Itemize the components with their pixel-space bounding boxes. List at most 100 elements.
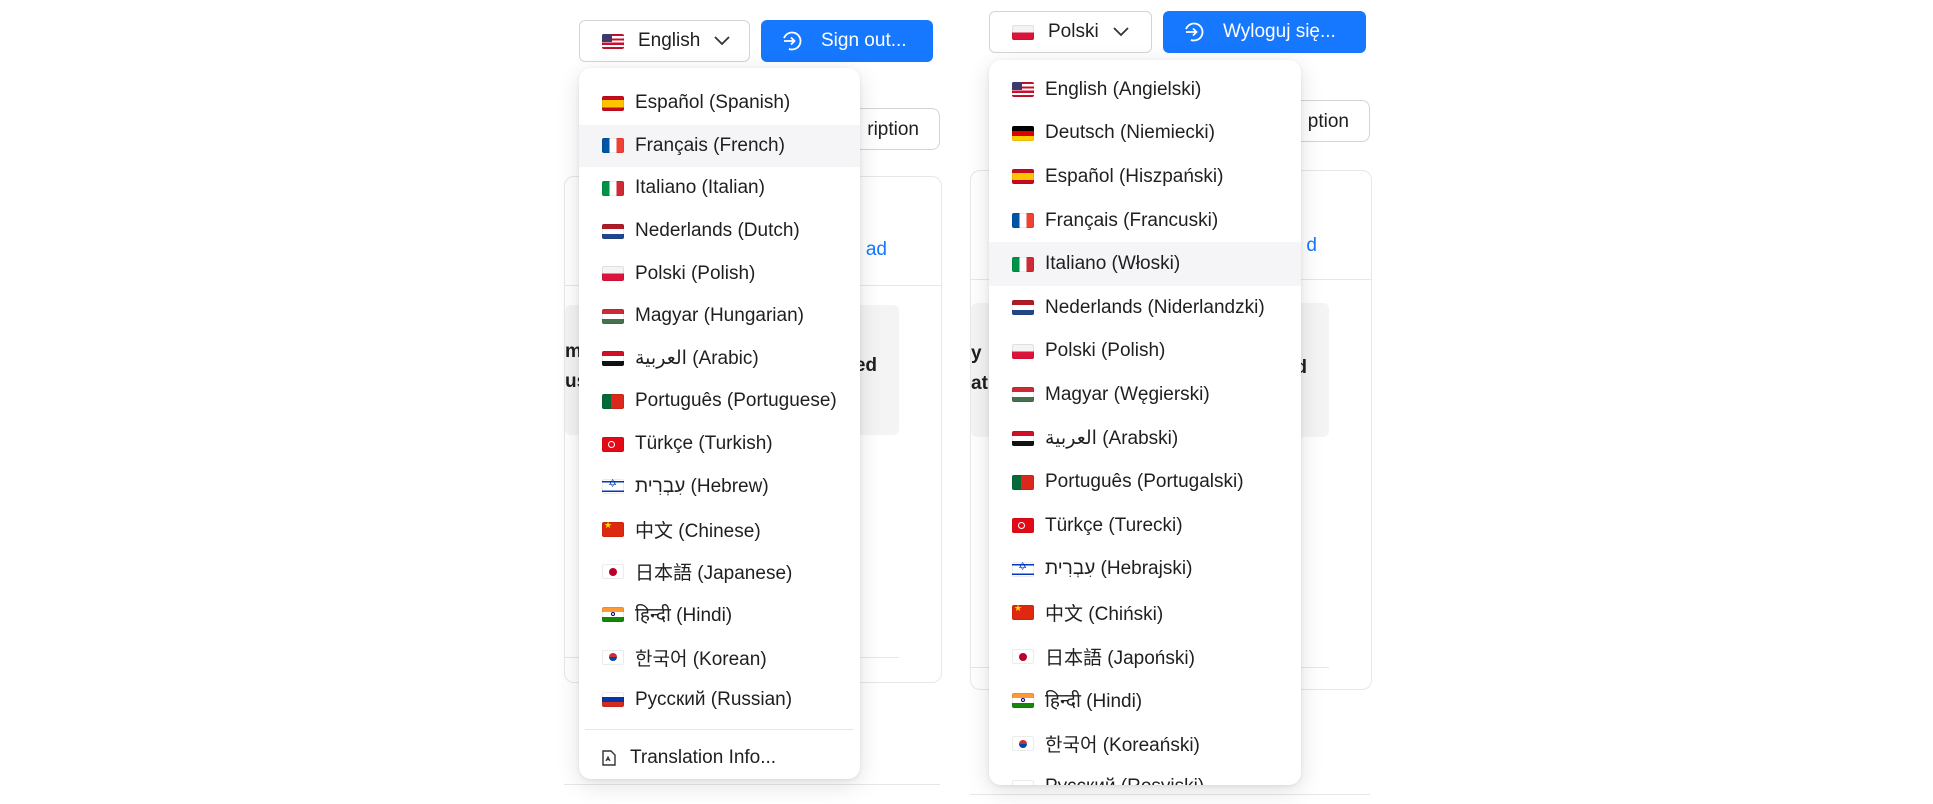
language-option-label: العربية (Arabic) xyxy=(635,348,759,370)
language-option-us[interactable]: English (Angielski) xyxy=(989,68,1301,112)
language-option-jp[interactable]: 日本語 (Japoński) xyxy=(989,635,1301,679)
jp-flag-icon xyxy=(602,564,624,580)
in-flag-icon xyxy=(1012,692,1034,708)
eg-flag-icon xyxy=(602,351,624,367)
language-option-kr[interactable]: 한국어 (Koreański) xyxy=(989,722,1301,766)
fr-flag-icon xyxy=(602,138,624,154)
ru-flag-icon xyxy=(1012,779,1034,785)
divider xyxy=(564,784,940,785)
pt-flag-icon xyxy=(1012,474,1034,490)
language-option-label: Français (Francuski) xyxy=(1045,209,1219,231)
it-flag-icon xyxy=(1012,256,1034,272)
language-option-es[interactable]: Español (Hiszpański) xyxy=(989,155,1301,199)
language-select[interactable]: Polski xyxy=(989,11,1152,53)
language-option-label: हिन्दी (Hindi) xyxy=(1045,691,1143,713)
it-flag-icon xyxy=(602,180,624,196)
cn-flag-icon xyxy=(1012,605,1034,621)
language-option-cn[interactable]: 中文 (Chiński) xyxy=(989,591,1301,635)
translation-info-icon xyxy=(600,749,618,767)
subscription-button-label: ption xyxy=(1307,111,1349,132)
language-option-label: English (Angielski) xyxy=(1045,78,1202,100)
language-option-hu[interactable]: Magyar (Hungarian) xyxy=(579,295,860,338)
sign-out-label: Wyloguj się... xyxy=(1223,21,1336,42)
table-header-text: y xyxy=(971,343,982,364)
language-option-hu[interactable]: Magyar (Węgierski) xyxy=(989,373,1301,417)
language-option-label: Español (Spanish) xyxy=(635,92,791,114)
language-option-il[interactable]: עִבְרִית (Hebrajski) xyxy=(989,548,1301,592)
nl-flag-icon xyxy=(602,223,624,239)
language-option-nl[interactable]: Nederlands (Dutch) xyxy=(579,210,860,253)
language-option-ru[interactable]: Русский (Rosyjski) xyxy=(989,766,1301,785)
language-option-il[interactable]: עִבְרִית (Hebrew) xyxy=(579,465,860,508)
hu-flag-icon xyxy=(1012,387,1034,403)
subscription-button-label: ription xyxy=(867,119,919,140)
language-option-it[interactable]: Italiano (Italian) xyxy=(579,167,860,210)
language-option-in[interactable]: हिन्दी (Hindi) xyxy=(579,593,860,636)
language-select[interactable]: English xyxy=(579,20,750,62)
chevron-down-icon xyxy=(714,36,730,46)
language-option-tr[interactable]: Türkçe (Turkish) xyxy=(579,423,860,466)
language-option-label: Русский (Rosyjski) xyxy=(1045,776,1204,785)
language-option-label: 한국어 (Korean) xyxy=(635,648,767,670)
language-option-in[interactable]: हिन्दी (Hindi) xyxy=(989,678,1301,722)
pl-flag-icon xyxy=(602,266,624,282)
chevron-down-icon xyxy=(1113,27,1129,37)
language-option-eg[interactable]: العربية (Arabski) xyxy=(989,417,1301,461)
language-option-label: Magyar (Hungarian) xyxy=(635,305,804,327)
es-flag-icon xyxy=(602,95,624,111)
pl-flag-icon xyxy=(1012,24,1034,40)
language-option-label: Русский (Russian) xyxy=(635,688,793,710)
es-flag-icon xyxy=(1012,169,1034,185)
language-option-pl[interactable]: Polski (Polish) xyxy=(989,330,1301,374)
language-option-cn[interactable]: 中文 (Chinese) xyxy=(579,508,860,551)
card-header-link[interactable]: ad xyxy=(866,239,887,261)
de-flag-icon xyxy=(1012,125,1034,141)
language-option-pt[interactable]: Português (Portugalski) xyxy=(989,460,1301,504)
in-flag-icon xyxy=(602,606,624,622)
language-option-kr[interactable]: 한국어 (Korean) xyxy=(579,636,860,679)
language-option-label: 中文 (Chinese) xyxy=(635,520,761,542)
language-option-label: हिन्दी (Hindi) xyxy=(635,605,733,627)
table-header-text: at xyxy=(971,373,988,394)
translation-info-label: Translation Info... xyxy=(630,746,777,768)
language-option-label: Français (French) xyxy=(635,134,785,156)
language-option-label: Português (Portuguese) xyxy=(635,390,837,412)
eg-flag-icon xyxy=(1012,431,1034,447)
language-option-label: Türkçe (Turkish) xyxy=(635,433,773,455)
jp-flag-icon xyxy=(1012,649,1034,665)
language-option-label: Nederlands (Niderlandzki) xyxy=(1045,296,1265,318)
language-option-pt[interactable]: Português (Portuguese) xyxy=(579,380,860,423)
language-option-jp[interactable]: 日本語 (Japanese) xyxy=(579,551,860,594)
language-option-label: עִבְרִית (Hebrajski) xyxy=(1045,558,1193,580)
language-option-fr[interactable]: Français (Francuski) xyxy=(989,199,1301,243)
sign-out-button[interactable]: Sign out... xyxy=(761,20,933,62)
fr-flag-icon xyxy=(1012,213,1034,229)
sign-out-icon xyxy=(781,30,803,52)
language-option-label: 한국어 (Koreański) xyxy=(1045,735,1200,757)
language-option-tr[interactable]: Türkçe (Turecki) xyxy=(989,504,1301,548)
right-screenshot-panel: ption d y at d Polski Wyloguj się... Eng… xyxy=(970,0,1372,804)
language-option-label: Italiano (Italian) xyxy=(635,177,765,199)
language-option-label: Deutsch (Niemiecki) xyxy=(1045,122,1215,144)
language-option-pl[interactable]: Polski (Polish) xyxy=(579,252,860,295)
language-option-de[interactable]: Deutsch (Niemiecki) xyxy=(989,112,1301,156)
language-option-es[interactable]: Español (Spanish) xyxy=(579,82,860,125)
tr-flag-icon xyxy=(602,436,624,452)
language-dropdown: Español (Spanish) Français (French) Italia… xyxy=(579,68,860,779)
language-option-fr[interactable]: Français (French) xyxy=(579,124,860,168)
card-header-link[interactable]: d xyxy=(1306,235,1317,257)
hu-flag-icon xyxy=(602,308,624,324)
pl-flag-icon xyxy=(1012,343,1034,359)
language-option-label: 日本語 (Japoński) xyxy=(1045,648,1195,670)
language-option-label: العربية (Arabski) xyxy=(1045,428,1179,450)
il-flag-icon xyxy=(1012,561,1034,577)
sign-out-button[interactable]: Wyloguj się... xyxy=(1163,11,1366,53)
language-option-nl[interactable]: Nederlands (Niderlandzki) xyxy=(989,286,1301,330)
language-option-eg[interactable]: العربية (Arabic) xyxy=(579,338,860,381)
language-option-label: Português (Portugalski) xyxy=(1045,471,1244,493)
language-option-ru[interactable]: Русский (Russian) xyxy=(579,678,860,721)
language-option-label: Italiano (Włoski) xyxy=(1045,253,1181,275)
translation-info-item[interactable]: Translation Info... xyxy=(579,738,860,778)
language-option-it[interactable]: Italiano (Włoski) xyxy=(989,242,1301,286)
subscription-button[interactable]: ription xyxy=(854,108,940,150)
